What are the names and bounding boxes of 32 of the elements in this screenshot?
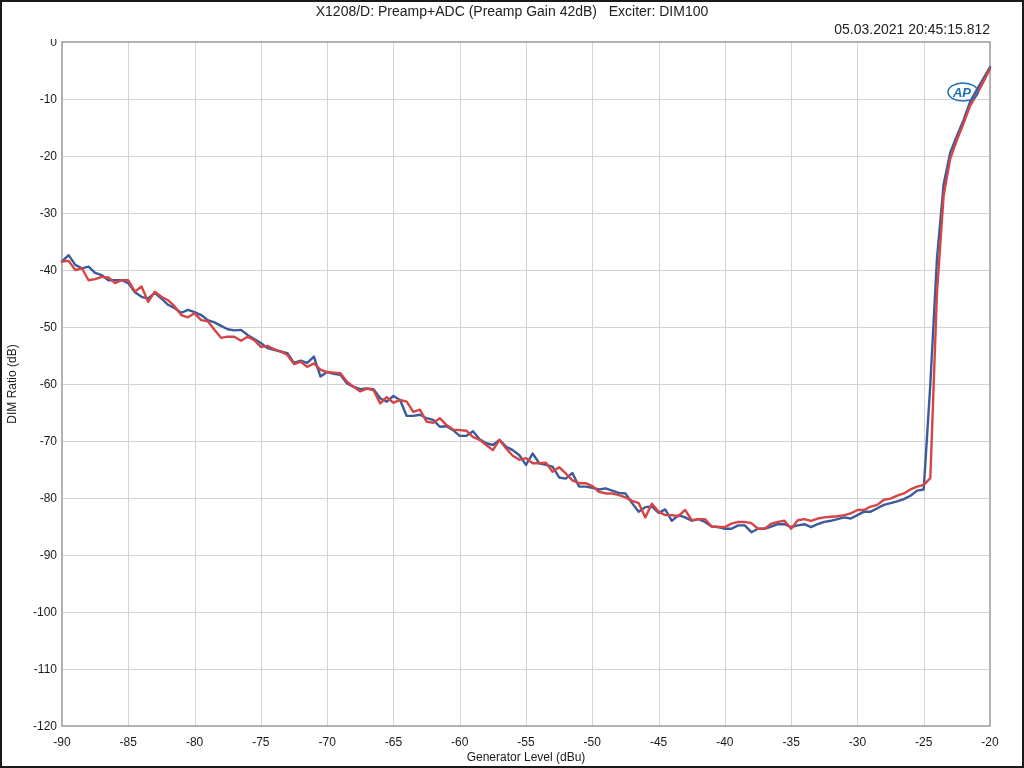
brand-logo: AP [947, 82, 979, 102]
x-tick-label: -45 [649, 735, 668, 749]
y-tick-label: -90 [39, 548, 57, 562]
x-tick-label: -75 [252, 735, 270, 749]
chart-title: X1208/D: Preamp+ADC (Preamp Gain 42dB) Exciter: DIM100 [315, 2, 709, 19]
x-tick-label: -90 [53, 735, 71, 749]
x-tick-label: -80 [185, 735, 204, 749]
y-tick-label: -60 [39, 377, 57, 391]
x-tick-label: -50 [583, 735, 601, 749]
y-tick-label: -30 [39, 206, 57, 220]
x-tick-label: -20 [981, 735, 999, 749]
y-tick-label: -110 [33, 662, 57, 676]
y-tick-label: -70 [39, 434, 57, 448]
y-tick-label: -120 [32, 719, 57, 733]
x-tick-label: -85 [119, 735, 137, 749]
timestamp: 05.03.2021 20:45:15.812 [834, 21, 990, 37]
y-tick-label: -10 [39, 92, 57, 106]
y-tick-label: -80 [39, 491, 57, 505]
x-tick-label: -70 [318, 735, 336, 749]
x-tick-label: -30 [848, 735, 867, 749]
x-tick-label: -65 [384, 735, 403, 749]
x-tick-label: -25 [915, 735, 933, 749]
y-axis-title: DIM Ratio (dB) [5, 344, 19, 424]
x-tick-label: -60 [451, 735, 469, 749]
x-tick-label: -35 [782, 735, 800, 749]
x-tick-label: -55 [517, 735, 535, 749]
x-axis-title: Generator Level (dBu) [466, 750, 586, 764]
x-tick-label: -40 [716, 735, 734, 749]
y-tick-label: -40 [39, 263, 57, 277]
y-tick-label: -20 [39, 149, 57, 163]
y-tick-label: -100 [32, 605, 57, 619]
y-tick-label: -50 [39, 320, 57, 334]
